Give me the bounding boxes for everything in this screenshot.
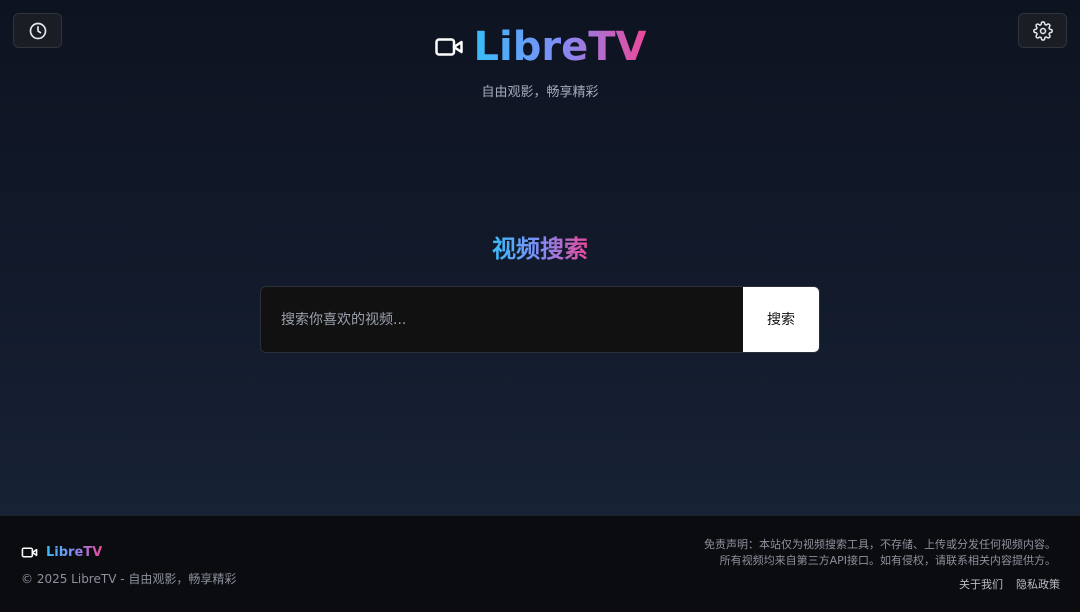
video-camera-icon	[434, 38, 463, 56]
footer-logo: LibreTV	[21, 544, 102, 561]
disclaimer: 免责声明：本站仅为视频搜索工具，不存储、上传或分发任何视频内容。 所有视频均来自…	[704, 537, 1056, 569]
copyright: © 2025 LibreTV - 自由观影，畅享精彩	[21, 572, 237, 586]
search-button[interactable]: 搜索	[743, 287, 819, 352]
app-name: LibreTV	[473, 24, 647, 70]
search-title-text: 视频搜索	[492, 235, 588, 263]
main-area: LibreTV 自由观影，畅享精彩 视频搜索 搜索	[0, 0, 1080, 515]
privacy-link[interactable]: 隐私政策	[1016, 576, 1060, 592]
disclaimer-line: 所有视频均来自第三方API接口。如有侵权，请联系相关内容提供方。	[719, 554, 1056, 567]
search-bar: 搜索	[260, 286, 820, 353]
search-title: 视频搜索	[0, 229, 1080, 264]
search-input[interactable]	[261, 287, 743, 352]
footer-app-name: LibreTV	[46, 545, 103, 560]
tagline: 自由观影，畅享精彩	[481, 85, 599, 100]
about-link[interactable]: 关于我们	[959, 576, 1003, 592]
disclaimer-line: 免责声明：本站仅为视频搜索工具，不存储、上传或分发任何视频内容。	[704, 538, 1056, 551]
app-logo: LibreTV	[0, 22, 1080, 72]
footer: LibreTV © 2025 LibreTV - 自由观影，畅享精彩 免责声明：…	[0, 515, 1080, 612]
footer-links: 关于我们 隐私政策	[959, 576, 1060, 592]
video-camera-icon	[21, 547, 38, 558]
